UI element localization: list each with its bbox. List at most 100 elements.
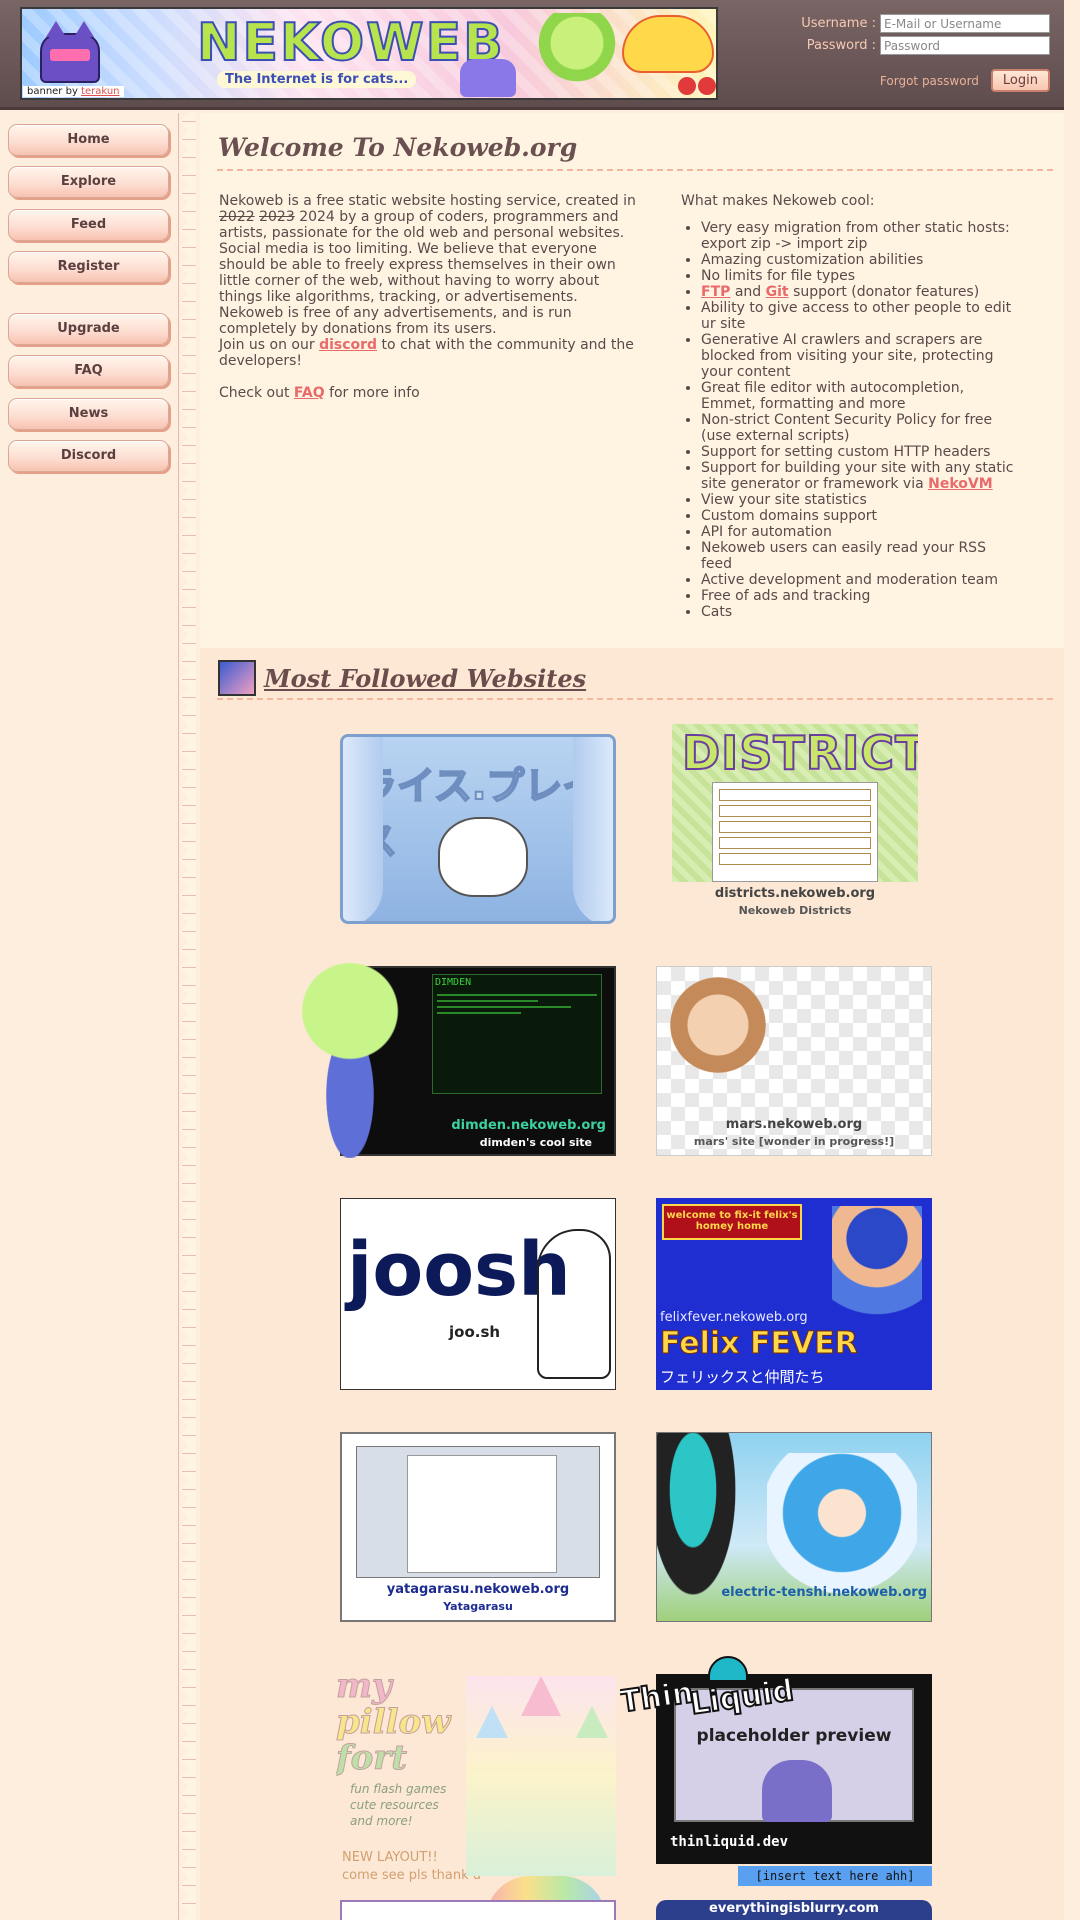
- site-card-districts[interactable]: DISTRICTS districts.nekoweb.org Nekoweb …: [672, 724, 918, 924]
- sidebar-nav: Home Explore Feed Register Upgrade FAQ N…: [0, 113, 180, 1920]
- username-input[interactable]: [880, 14, 1050, 33]
- feature-item: Ability to give access to other people t…: [701, 300, 1021, 332]
- feature-item: Generative AI crawlers and scrapers are …: [701, 332, 1021, 380]
- pillow-fort-tag: cute resources: [350, 1798, 439, 1812]
- curtain-left: [343, 737, 383, 921]
- zigzag-decoration: [182, 113, 196, 1920]
- banner-tagline: The Internet is for cats...: [217, 71, 417, 88]
- pillow-fort-line-3: fort: [336, 1738, 407, 1779]
- feature-text: support (donator features): [793, 284, 980, 300]
- ftp-link[interactable]: FTP: [701, 284, 730, 300]
- site-card-yatagarasu[interactable]: yatagarasu.nekoweb.org Yatagarasu: [340, 1432, 616, 1622]
- feature-item: View your site statistics: [701, 492, 1021, 508]
- preview-caption: placeholder preview: [696, 1726, 892, 1746]
- features-list: What makes Nekoweb cool: Very easy migra…: [681, 193, 1021, 620]
- struck-year: 2022: [219, 209, 255, 225]
- card-domain: dimden.nekoweb.org: [451, 1118, 606, 1133]
- intro-paragraph: Check out FAQ for more info: [219, 385, 639, 401]
- site-card-electric-tenshi[interactable]: electric-tenshi.nekoweb.org: [656, 1432, 932, 1622]
- section-divider: [217, 698, 1053, 700]
- discord-link[interactable]: discord: [319, 337, 377, 353]
- nekovm-link[interactable]: NekoVM: [928, 476, 993, 492]
- username-label: Username :: [801, 16, 876, 31]
- site-card-mars[interactable]: mars.nekoweb.org mars' site [wonder in p…: [656, 966, 932, 1156]
- felix-subtitle: フェリックスと仲間たち: [660, 1368, 825, 1386]
- password-label: Password :: [806, 38, 876, 53]
- white-cat-image: [438, 817, 528, 897]
- banner-credit: banner by terakun: [23, 86, 124, 97]
- sidebar-item-news[interactable]: News: [8, 398, 169, 430]
- login-button[interactable]: Login: [990, 69, 1050, 92]
- feature-item: Amazing customization abilities: [701, 252, 1021, 268]
- tomato-image: [678, 77, 696, 95]
- green-hair-maid-image: [295, 948, 405, 1158]
- felix-character-image: [832, 1206, 922, 1336]
- feature-item: Very easy migration from other static ho…: [701, 220, 1021, 252]
- section-icon: [218, 660, 256, 696]
- banner-credit-link[interactable]: terakun: [81, 86, 119, 97]
- site-card-thinliquid[interactable]: placeholder preview thinliquid.dev Thin …: [620, 1656, 936, 1920]
- site-card-everythingisblurry[interactable]: everythingisblurry.com: [656, 1900, 932, 1920]
- sunglasses-image: [50, 49, 90, 61]
- intro-paragraph: Social media is too limiting. We believe…: [219, 241, 616, 305]
- card-domain: felixfever.nekoweb.org: [660, 1310, 808, 1325]
- feature-item: Support for setting custom HTTP headers: [701, 444, 1021, 460]
- green-hair-girl-image: [537, 13, 617, 98]
- dimden-terminal: DIMDEN: [432, 974, 602, 1094]
- page-title: Welcome To Nekoweb.org: [218, 133, 578, 162]
- password-input[interactable]: [880, 36, 1050, 55]
- intro-p5-start: Check out: [219, 385, 290, 401]
- felix-logo: Felix FEVER: [660, 1326, 859, 1362]
- sidebar-item-home[interactable]: Home: [8, 124, 169, 156]
- git-link[interactable]: Git: [766, 284, 789, 300]
- site-card-rice-place[interactable]: ライス.プレイス: [340, 734, 616, 924]
- feature-item: Great file editor with autocompletion, E…: [701, 380, 1021, 412]
- intro-paragraph: Nekoweb is a free static website hosting…: [219, 193, 639, 241]
- sidebar-item-discord[interactable]: Discord: [8, 440, 169, 472]
- card-site-name: Yatagarasu: [443, 1600, 513, 1613]
- faq-link[interactable]: FAQ: [294, 385, 325, 401]
- card-domain: electric-tenshi.nekoweb.org: [721, 1585, 927, 1600]
- pillow-fort-tag: fun flash games: [350, 1782, 447, 1796]
- intro-p4-start: Join us on our: [219, 337, 315, 353]
- card-site-name: dimden's cool site: [479, 1136, 592, 1149]
- sidebar-item-explore[interactable]: Explore: [8, 166, 169, 198]
- card-domain: joo.sh: [449, 1323, 501, 1341]
- feature-item: API for automation: [701, 524, 1021, 540]
- sidebar-item-feed[interactable]: Feed: [8, 209, 169, 241]
- thinliquid-footer: [insert text here ahh]: [738, 1866, 932, 1886]
- districts-screenshot: DISTRICTS: [672, 724, 918, 882]
- sidebar-item-faq[interactable]: FAQ: [8, 355, 169, 387]
- intro-year: 2024: [299, 209, 335, 225]
- pillow-fort-line-1: my: [336, 1666, 392, 1707]
- feature-item: FTP and Git support (donator features): [701, 284, 1021, 300]
- sidebar-item-register[interactable]: Register: [8, 251, 169, 283]
- card-domain: yatagarasu.nekoweb.org: [386, 1582, 570, 1597]
- login-form: Username : Password : Forgot password Lo…: [780, 14, 1050, 92]
- site-card-pillow-fort[interactable]: my pillow fort fun flash games cute reso…: [336, 1666, 626, 1920]
- struck-year: 2023: [259, 209, 295, 225]
- sidebar-item-upgrade[interactable]: Upgrade: [8, 313, 169, 345]
- site-card-partial[interactable]: [340, 1900, 616, 1920]
- intro-paragraph: Join us on our discord to chat with the …: [219, 337, 639, 369]
- sketch-figure-image: [537, 1229, 611, 1379]
- feature-item: Free of ads and tracking: [701, 588, 1021, 604]
- feature-item: Non-strict Content Security Policy for f…: [701, 412, 1021, 444]
- omelet-image: [622, 15, 714, 73]
- site-banner[interactable]: NEKOWEB The Internet is for cats... bann…: [20, 7, 718, 100]
- wave-icon: [708, 1656, 748, 1682]
- feature-item: No limits for file types: [701, 268, 1021, 284]
- castle-image: [466, 1676, 616, 1876]
- anime-girl-image: [663, 971, 773, 1091]
- section-title: Most Followed Websites: [218, 660, 586, 696]
- tomato-image: [698, 77, 716, 95]
- site-card-joosh[interactable]: joosh joo.sh: [340, 1198, 616, 1390]
- feature-item: Support for building your site with any …: [701, 460, 1021, 492]
- thinliquid-logo: Thin Liquid: [620, 1656, 800, 1728]
- curtain-right: [573, 737, 613, 921]
- card-site-name: Nekoweb Districts: [738, 904, 852, 917]
- forgot-password-link[interactable]: Forgot password: [880, 74, 979, 88]
- most-followed-section: Most Followed Websites ライス.プレイス DISTRICT…: [200, 648, 1064, 1920]
- intro-p5-end: for more info: [329, 385, 420, 401]
- site-card-felixfever[interactable]: welcome to fix-it felix's homey home fel…: [656, 1198, 932, 1390]
